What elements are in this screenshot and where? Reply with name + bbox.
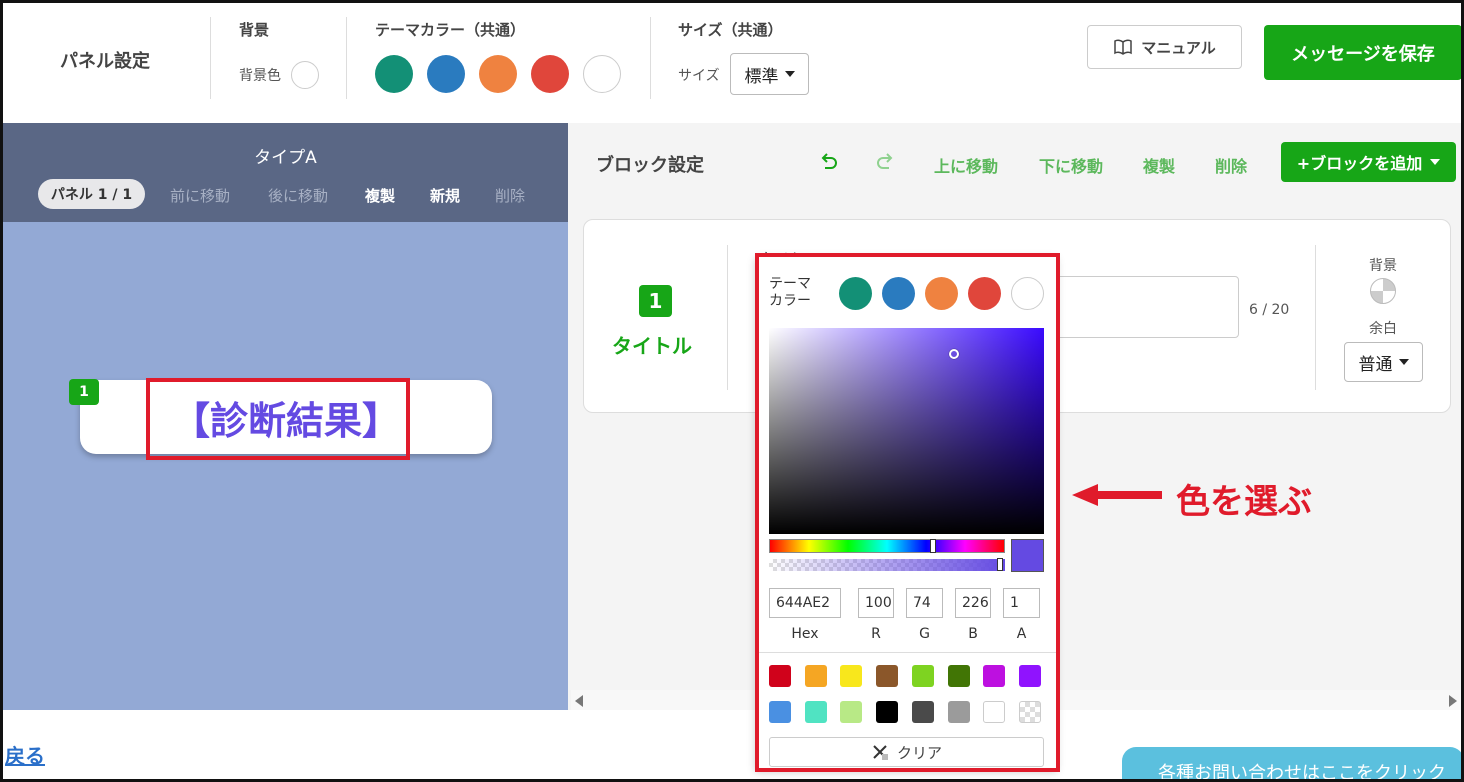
caret-down-icon [1430, 159, 1441, 165]
block-margin-label: 余白 [1369, 321, 1397, 337]
book-icon [1114, 39, 1132, 55]
block-bg-label: 背景 [1369, 258, 1397, 274]
theme-color-swatch[interactable] [427, 55, 465, 93]
theme-color-swatch[interactable] [583, 55, 621, 93]
add-block-label: +ブロックを追加 [1296, 154, 1423, 173]
size-label: サイズ [678, 68, 720, 84]
block-number-badge: 1 [69, 379, 99, 405]
manual-button[interactable]: マニュアル [1087, 25, 1242, 69]
size-select[interactable]: 標準 [730, 53, 809, 95]
panel-indicator[interactable]: パネル 1 / 1 [38, 179, 145, 209]
background-color-swatch[interactable] [291, 61, 319, 89]
save-message-button[interactable]: メッセージを保存 [1264, 25, 1462, 80]
block-type-label: タイトル [612, 334, 692, 358]
panel-settings-title: パネル設定 [60, 51, 150, 72]
manual-label: マニュアル [1141, 38, 1216, 57]
duplicate-block-button[interactable]: 複製 [1143, 153, 1175, 177]
move-up-button[interactable]: 上に移動 [934, 153, 998, 177]
panel-header: タイプA パネル 1 / 1 前に移動 後に移動 複製 新規 削除 [3, 123, 568, 222]
top-bar: パネル設定 背景 背景色 テーマカラー（共通） サイズ（共通） サイズ 標準 マ… [3, 3, 1462, 123]
annotation-arrow-icon [1072, 484, 1162, 506]
caret-down-icon [1398, 359, 1409, 365]
margin-select[interactable]: 普通 [1344, 342, 1423, 382]
caret-down-icon [784, 71, 795, 77]
margin-select-value: 普通 [1358, 354, 1393, 375]
size-group-label: サイズ（共通） [678, 21, 783, 39]
scroll-left-icon[interactable] [575, 695, 583, 707]
block-settings-title: ブロック設定 [596, 155, 704, 176]
theme-color-group-label: テーマカラー（共通） [375, 21, 526, 39]
new-panel-button[interactable]: 新規 [430, 185, 460, 206]
redo-icon[interactable] [874, 151, 896, 173]
panel-type-title: タイプA [254, 148, 317, 168]
divider [346, 17, 347, 99]
annotation-text: 色を選ぶ [1176, 482, 1312, 522]
size-select-value: 標準 [744, 66, 779, 87]
divider [727, 245, 728, 390]
help-contact-bar[interactable]: 各種お問い合わせはここをクリック [1122, 747, 1464, 782]
duplicate-panel-button[interactable]: 複製 [365, 185, 395, 206]
character-counter: 6 / 20 [1249, 302, 1290, 318]
divider [1315, 245, 1316, 390]
background-color-label: 背景色 [239, 68, 281, 84]
scroll-right-icon[interactable] [1449, 695, 1457, 707]
delete-panel-button[interactable]: 削除 [495, 185, 525, 206]
move-down-button[interactable]: 下に移動 [1039, 153, 1103, 177]
divider [650, 17, 651, 99]
back-link[interactable]: 戻る [5, 740, 45, 769]
divider [210, 17, 211, 99]
highlight-box [146, 378, 410, 460]
background-group-label: 背景 [239, 21, 270, 39]
move-prev-button[interactable]: 前に移動 [170, 185, 230, 206]
block-number-badge: 1 [639, 285, 672, 317]
block-bg-color-swatch[interactable] [1370, 278, 1396, 304]
block-settings-header: ブロック設定 上に移動 下に移動 複製 削除 +ブロックを追加 [568, 123, 1461, 201]
add-block-button[interactable]: +ブロックを追加 [1281, 142, 1456, 182]
panel-preview: 【診断結果】 1 [3, 222, 568, 710]
move-next-button[interactable]: 後に移動 [268, 185, 328, 206]
theme-color-swatch[interactable] [531, 55, 569, 93]
theme-color-swatch[interactable] [375, 55, 413, 93]
undo-icon[interactable] [818, 151, 840, 173]
delete-block-button[interactable]: 削除 [1215, 153, 1247, 177]
highlight-box [755, 253, 1060, 772]
theme-color-swatch[interactable] [479, 55, 517, 93]
